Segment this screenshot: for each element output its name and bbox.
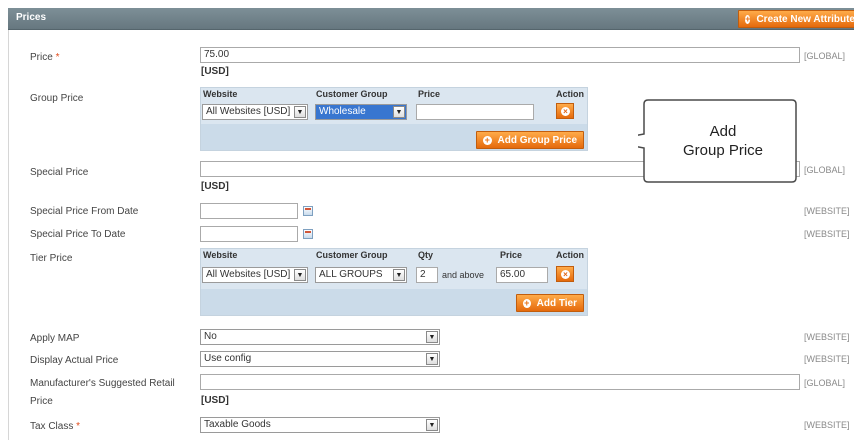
add-tier-button[interactable]: + Add Tier xyxy=(516,294,584,312)
apply-map-select[interactable]: No ▼ xyxy=(200,329,440,345)
group-price-header-price: Price xyxy=(418,89,441,99)
apply-map-label: Apply MAP xyxy=(30,333,80,344)
section-title: Prices xyxy=(16,12,47,23)
calendar-icon[interactable] xyxy=(303,206,313,216)
display-actual-price-select[interactable]: Use config ▼ xyxy=(200,351,440,367)
msrp-scope: [GLOBAL] xyxy=(804,378,846,388)
chevron-down-icon: ▼ xyxy=(393,269,405,281)
x-circle-icon: × xyxy=(561,107,570,116)
group-price-header-customer-group: Customer Group xyxy=(316,89,388,99)
tier-price-qty-input[interactable]: 2 xyxy=(416,267,438,283)
price-currency: [USD] xyxy=(201,66,229,77)
display-actual-price-label: Display Actual Price xyxy=(30,355,119,366)
tax-class-label: Tax Class * xyxy=(30,419,80,434)
add-group-price-label: Add Group Price xyxy=(497,134,577,146)
tier-price-customer-group-select[interactable]: ALL GROUPS ▼ xyxy=(315,267,407,283)
tier-price-website-value: All Websites [USD] xyxy=(206,269,291,280)
tier-price-header-action: Action xyxy=(556,250,584,260)
callout-line2: Group Price xyxy=(682,142,764,159)
group-price-header-website: Website xyxy=(203,89,238,99)
price-scope: [GLOBAL] xyxy=(804,51,846,61)
chevron-down-icon: ▼ xyxy=(393,106,405,118)
x-circle-icon: × xyxy=(561,270,570,279)
chevron-down-icon: ▼ xyxy=(426,331,438,343)
callout-text: Add Group Price xyxy=(663,122,783,160)
tier-price-header-customer-group: Customer Group xyxy=(316,250,388,260)
special-from-scope: [WEBSITE] xyxy=(804,206,850,216)
tier-price-header-price: Price xyxy=(500,250,523,260)
tier-price-header-website: Website xyxy=(203,250,238,260)
special-price-currency: [USD] xyxy=(201,181,229,192)
apply-map-value: No xyxy=(204,331,217,342)
required-mark: * xyxy=(55,52,60,63)
create-new-attribute-label: Create New Attribute xyxy=(756,13,854,25)
price-label: Price * xyxy=(30,50,59,65)
chevron-down-icon: ▼ xyxy=(426,353,438,365)
group-price-delete-button[interactable]: × xyxy=(556,103,574,119)
special-from-input[interactable] xyxy=(200,203,298,219)
group-price-price-input[interactable] xyxy=(416,104,534,120)
plus-circle-icon: + xyxy=(523,297,531,308)
create-new-attribute-button[interactable]: + Create New Attribute xyxy=(738,10,854,28)
msrp-label-line1: Manufacturer's Suggested Retail xyxy=(30,378,175,389)
tier-price-delete-button[interactable]: × xyxy=(556,266,574,282)
callout-line1: Add xyxy=(709,123,737,140)
chevron-down-icon: ▼ xyxy=(426,419,438,431)
msrp-label-line2: Price xyxy=(30,396,53,407)
plus-circle-icon: + xyxy=(483,134,492,145)
price-label-text: Price xyxy=(30,52,53,63)
apply-map-scope: [WEBSITE] xyxy=(804,332,850,342)
required-mark: * xyxy=(76,421,81,432)
section-header: Prices + Create New Attribute xyxy=(8,8,854,30)
msrp-currency: [USD] xyxy=(201,395,229,406)
price-input[interactable]: 75.00 xyxy=(200,47,800,63)
tier-price-label: Tier Price xyxy=(30,253,73,264)
group-price-customer-group-select[interactable]: Wholesale ▼ xyxy=(315,104,407,120)
special-price-label: Special Price xyxy=(30,167,89,178)
group-price-website-select[interactable]: All Websites [USD] ▼ xyxy=(202,104,308,120)
group-price-label: Group Price xyxy=(30,93,84,104)
chevron-down-icon: ▼ xyxy=(294,269,306,281)
special-to-label: Special Price To Date xyxy=(30,229,126,240)
group-price-header-action: Action xyxy=(556,89,584,99)
chevron-down-icon: ▼ xyxy=(294,106,306,118)
special-price-scope: [GLOBAL] xyxy=(804,165,846,175)
tier-price-header-qty: Qty xyxy=(418,250,434,260)
group-price-website-value: All Websites [USD] xyxy=(206,106,291,117)
add-group-price-button[interactable]: + Add Group Price xyxy=(476,131,584,149)
tier-price-and-above: and above xyxy=(442,270,485,280)
display-actual-price-value: Use config xyxy=(204,353,252,364)
msrp-input[interactable] xyxy=(200,374,800,390)
group-price-customer-group-value: Wholesale xyxy=(319,106,366,117)
tax-class-select[interactable]: Taxable Goods ▼ xyxy=(200,417,440,433)
tier-price-website-select[interactable]: All Websites [USD] ▼ xyxy=(202,267,308,283)
msrp-label: Manufacturer's Suggested Retail Price xyxy=(30,376,175,409)
tax-class-value: Taxable Goods xyxy=(204,419,271,430)
special-to-scope: [WEBSITE] xyxy=(804,229,850,239)
tax-class-label-text: Tax Class xyxy=(30,421,74,432)
plus-circle-icon: + xyxy=(745,13,751,24)
display-actual-price-scope: [WEBSITE] xyxy=(804,354,850,364)
tier-price-price-input[interactable]: 65.00 xyxy=(496,267,548,283)
tax-class-scope: [WEBSITE] xyxy=(804,420,850,430)
add-tier-label: Add Tier xyxy=(536,297,577,309)
calendar-icon[interactable] xyxy=(303,229,313,239)
tier-price-customer-group-value: ALL GROUPS xyxy=(319,269,383,280)
special-from-label: Special Price From Date xyxy=(30,206,139,217)
special-to-input[interactable] xyxy=(200,226,298,242)
